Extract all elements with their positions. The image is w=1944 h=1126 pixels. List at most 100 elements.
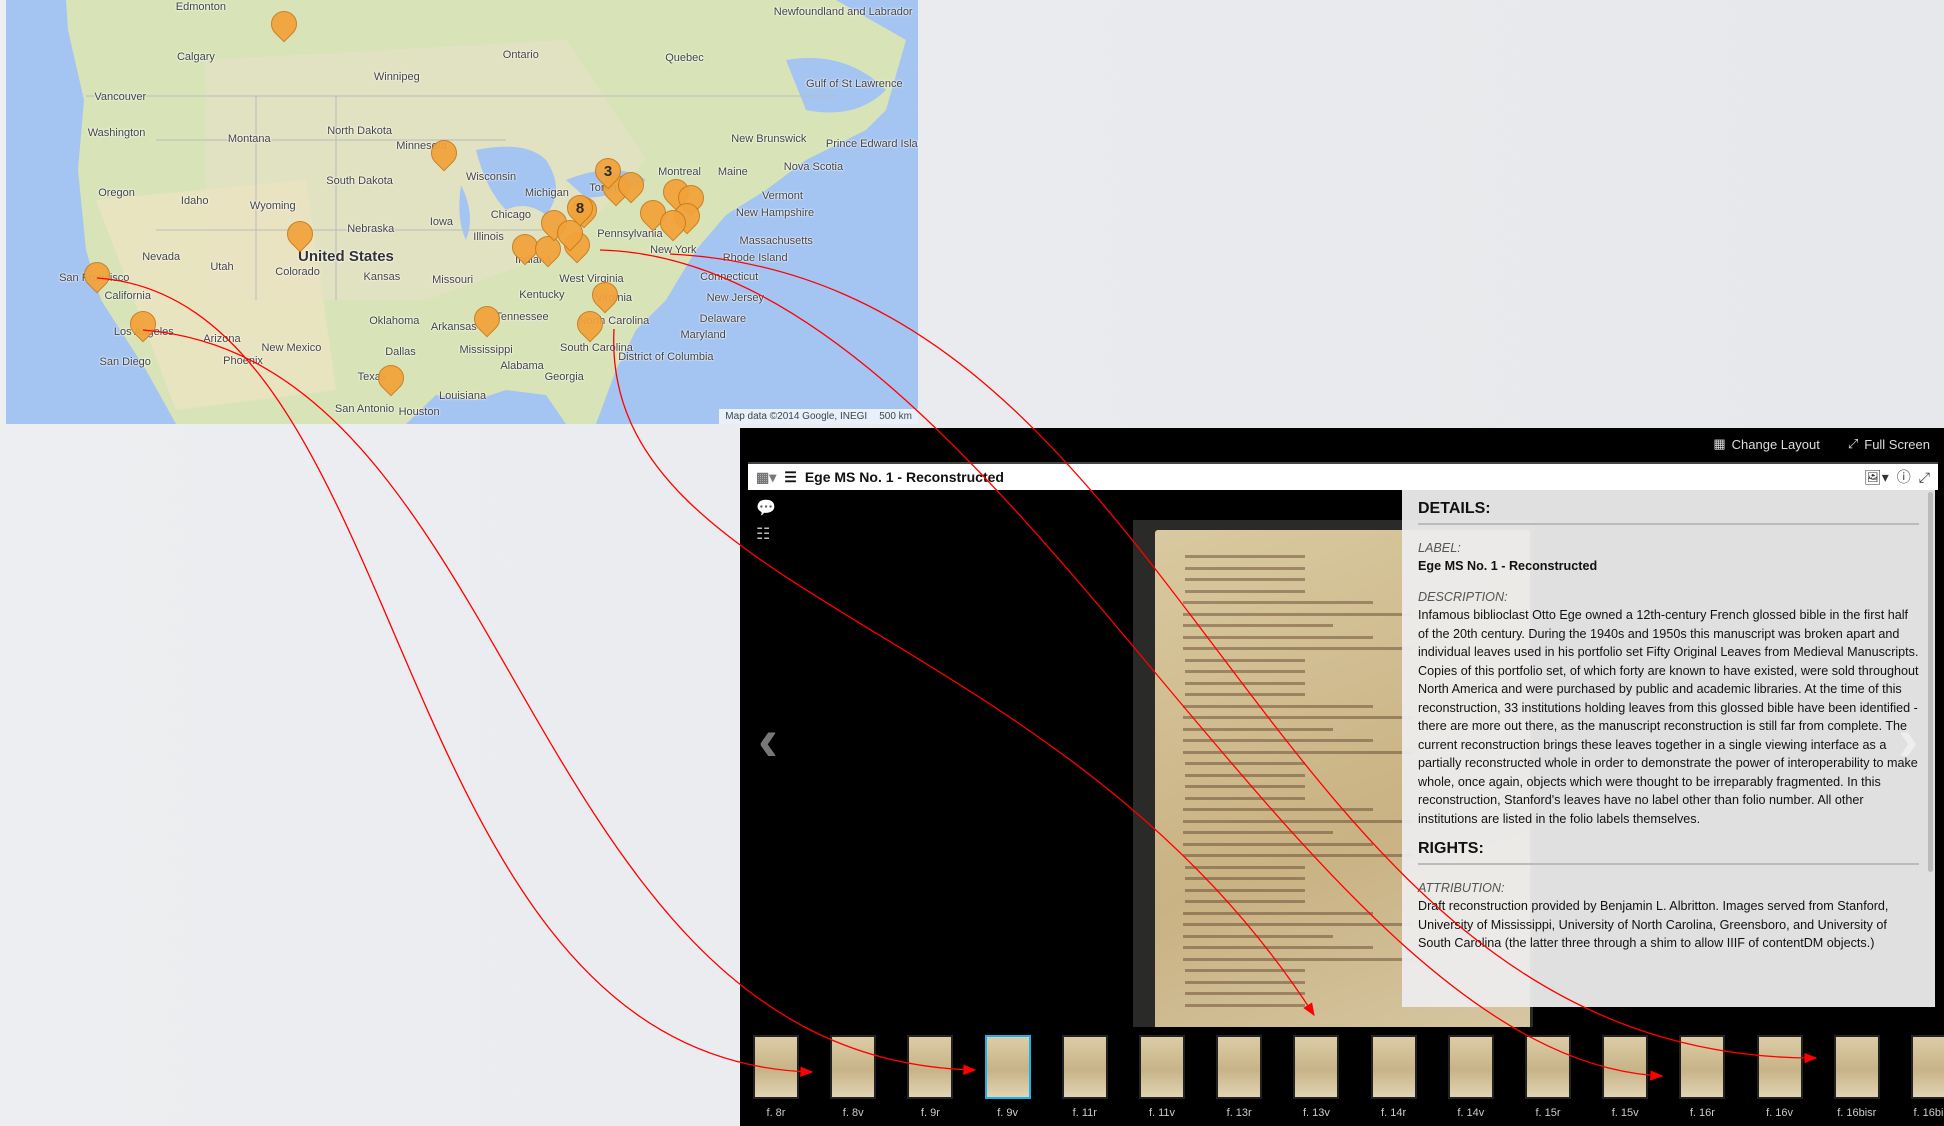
script-line [1185, 980, 1305, 984]
script-line [1183, 704, 1373, 708]
details-heading: DETAILS: [1418, 500, 1919, 525]
script-line [1185, 785, 1305, 788]
map-label: Quebec [665, 52, 704, 65]
map-label: Phoenix [223, 354, 263, 367]
map-label: New Brunswick [731, 132, 807, 145]
script-line [1183, 842, 1373, 846]
thumbnail-label: f. 11r [1072, 1107, 1097, 1119]
map-label: San Antonio [334, 403, 395, 416]
map-label: Idaho [180, 194, 209, 207]
thumbnail-label: f. 13r [1226, 1107, 1252, 1119]
script-line [1185, 589, 1305, 593]
previous-button[interactable]: ‹ [758, 705, 778, 774]
script-line [1185, 992, 1305, 995]
next-button[interactable]: › [1898, 705, 1918, 774]
map-label: Ontario [502, 48, 539, 61]
attribution-key: ATTRIBUTION: [1418, 880, 1505, 895]
thumbnail-label: f. 8v [842, 1107, 864, 1119]
map-label: Maine [717, 166, 748, 179]
script-line [1183, 957, 1413, 961]
cluster-count: 3 [603, 162, 612, 180]
map-label: Arizona [203, 332, 241, 345]
script-line [1183, 854, 1413, 857]
map-label: Nevada [142, 250, 181, 263]
map-label: Rhode Island [722, 251, 788, 264]
thumbnail-label: f. 8r [766, 1107, 786, 1119]
thumbnail[interactable] [1679, 1035, 1726, 1099]
thumbnail[interactable] [1139, 1035, 1185, 1099]
full-screen-button[interactable]: ⤢ Full Screen [1848, 436, 1930, 452]
details-panel[interactable]: DETAILS: LABEL: Ege MS No. 1 - Reconstru… [1402, 490, 1935, 1007]
map-label: Georgia [544, 370, 584, 383]
map-label: South Dakota [326, 175, 393, 188]
layout-menu-icon[interactable]: ▦▾ [756, 469, 776, 486]
thumbnail[interactable] [907, 1035, 954, 1099]
script-line [1185, 693, 1305, 696]
hamburger-menu-icon[interactable]: ☰ [784, 469, 797, 486]
info-icon[interactable]: ⓘ [1897, 467, 1911, 487]
script-line [1183, 739, 1373, 742]
viewer-toolbar: ▦ Change Layout ⤢ Full Screen [740, 428, 1944, 460]
manuscript-viewer: ▦ Change Layout ⤢ Full Screen ▦▾ ☰ Ege MS … [740, 428, 1944, 1126]
script-line [1185, 865, 1305, 869]
thumbnail[interactable] [830, 1035, 877, 1099]
comment-icon[interactable]: 💬 [756, 498, 776, 518]
thumbnail[interactable] [1216, 1035, 1263, 1099]
map-label: Delaware [699, 312, 747, 325]
sliders-icon[interactable]: ☷ [756, 524, 770, 544]
label-key: LABEL: [1418, 540, 1461, 555]
map[interactable]: Edmonton Calgary Vancouver Washington Oregon… [6, 0, 918, 424]
map-label: Arkansas [430, 321, 477, 334]
image-canvas[interactable]: 💬 ☷ ‹ DETAILS: LABEL: Ege MS No. 1 - Rec… [748, 490, 1938, 1027]
thumbnail-strip: f. 8r f. 8v f. 9r f. 9v f. 11r f. 11v f. 13r f.… [740, 1027, 1944, 1126]
script-line [1185, 888, 1305, 892]
script-line [1185, 877, 1305, 880]
thumbnail[interactable] [1525, 1035, 1571, 1099]
map-attribution: Map data ©2014 Google, INEGI 500 km [719, 409, 918, 424]
thumbnail[interactable] [1370, 1035, 1417, 1099]
map-label: Iowa [429, 215, 454, 228]
map-label: New Hampshire [735, 207, 815, 220]
script-line [1183, 624, 1333, 627]
thumbnail-label: f. 11v [1148, 1107, 1176, 1119]
attribution-text: Map data ©2014 Google, INEGI [725, 411, 868, 422]
change-layout-label: Change Layout [1731, 436, 1820, 452]
thumbnail[interactable] [1756, 1035, 1803, 1099]
label-value: Ege MS No. 1 - Reconstructed [1418, 559, 1598, 573]
script-line [1183, 911, 1373, 915]
change-layout-button[interactable]: ▦ Change Layout [1713, 436, 1819, 452]
map-label: United States [298, 247, 394, 265]
thumbnail[interactable] [1602, 1035, 1649, 1099]
script-line [1183, 819, 1413, 823]
map-label: New Mexico [261, 342, 322, 355]
thumbnail-label: f. 14v [1457, 1107, 1485, 1119]
script-line [1185, 773, 1305, 777]
script-line [1185, 900, 1305, 903]
thumbnail[interactable] [984, 1035, 1031, 1099]
script-line [1185, 670, 1305, 673]
script-line [1185, 578, 1305, 581]
thumbnail-label: f. 16bisv [1913, 1107, 1944, 1119]
map-label: Edmonton [175, 1, 226, 14]
thumbnail[interactable] [1293, 1035, 1340, 1099]
image-view-icon[interactable]: 🖼▾ [1864, 469, 1889, 486]
map-label: Oregon [98, 187, 135, 200]
thumbnail-label: f. 15r [1535, 1107, 1561, 1119]
expand-panel-icon[interactable]: ⤢ [1919, 469, 1930, 486]
thumbnail[interactable] [1833, 1035, 1880, 1099]
script-line [1185, 762, 1305, 765]
thumbnail[interactable] [1061, 1035, 1108, 1099]
map-label: Nova Scotia [783, 161, 844, 174]
script-line [1183, 923, 1413, 926]
thumbnail[interactable] [1447, 1035, 1494, 1099]
map-label: Montana [227, 132, 271, 145]
description-text: Infamous biblioclast Otto Ege owned a 12… [1418, 608, 1919, 826]
map-label: Tennessee [495, 311, 549, 324]
thumbnail[interactable] [1911, 1035, 1944, 1099]
map-label: Kansas [363, 270, 401, 283]
script-line [1183, 612, 1413, 616]
full-screen-label: Full Screen [1864, 436, 1930, 452]
details-scrollbar[interactable] [1928, 492, 1933, 872]
map-label: Illinois [473, 230, 504, 243]
thumbnail[interactable] [753, 1035, 799, 1099]
